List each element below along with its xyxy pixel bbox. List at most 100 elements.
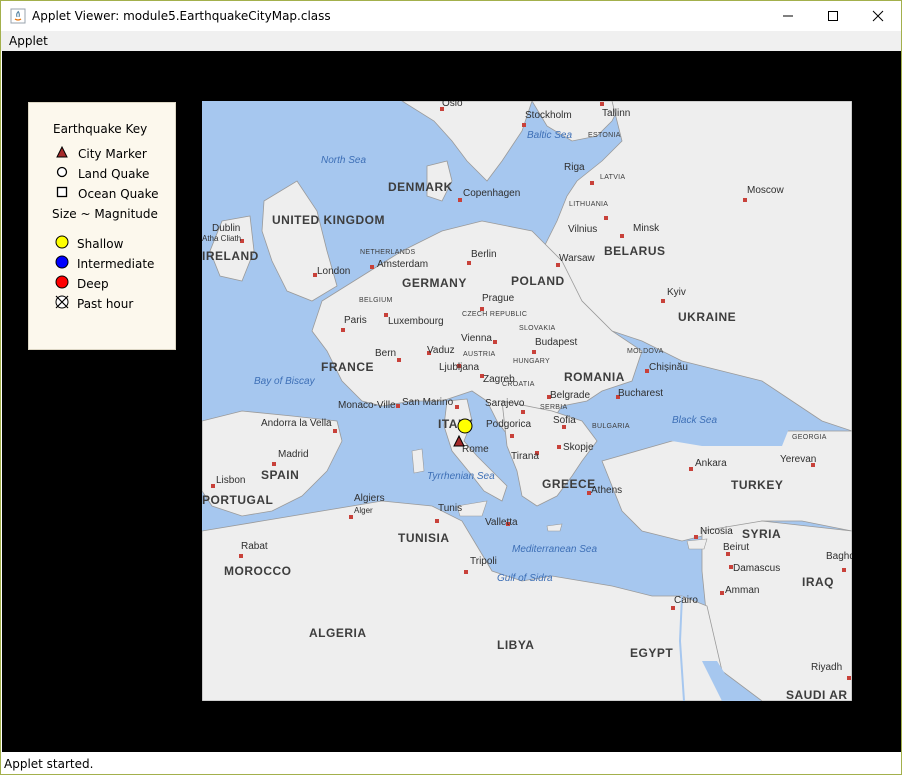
maximize-button[interactable]	[810, 1, 856, 31]
city-dot	[847, 676, 851, 680]
city-label: Lisbon	[216, 475, 246, 486]
city-label: Sarajevo	[485, 398, 525, 409]
city-dot	[600, 102, 604, 106]
country-label: SYRIA	[742, 527, 782, 541]
city-label: Dublin	[212, 223, 241, 234]
city-label: Valletta	[485, 517, 518, 528]
status-text: Applet started.	[4, 757, 94, 771]
legend-shallow: Shallow	[77, 237, 124, 251]
small-country-label: LITHUANIA	[569, 201, 609, 208]
country-label: TUNISIA	[398, 531, 450, 545]
country-label: TURKEY	[731, 478, 784, 492]
city-dot	[349, 515, 353, 519]
city-label: Berlin	[471, 249, 497, 260]
city-dot	[396, 404, 400, 408]
city-dot	[590, 181, 594, 185]
city-label: Atha Cliath	[202, 234, 242, 243]
city-label: Ljubljana	[439, 362, 480, 373]
city-label: Bern	[375, 348, 397, 359]
city-label: Tallinn	[602, 108, 631, 119]
city-dot	[694, 535, 698, 539]
city-label: Budapest	[535, 337, 578, 348]
country-label: IRAQ	[802, 575, 834, 589]
city-label: Chișinău	[649, 362, 688, 373]
city-label: Riyadh	[811, 662, 843, 673]
small-country-label: CZECH REPUBLIC	[462, 311, 528, 318]
country-label: FRANCE	[321, 360, 374, 374]
country-label: SPAIN	[261, 468, 300, 482]
title-bar[interactable]: Applet Viewer: module5.EarthquakeCityMap…	[1, 1, 901, 31]
city-label: Ankara	[695, 458, 727, 469]
sea-label: Mediterranean Sea	[512, 544, 598, 555]
applet-canvas[interactable]: Earthquake Key City Marker Land Quake Oc…	[2, 51, 901, 752]
city-dot	[272, 462, 276, 466]
city-label: Tunis	[438, 503, 463, 514]
close-button[interactable]	[855, 1, 901, 31]
small-country-label: AUSTRIA	[463, 351, 496, 358]
city-label: Vaduz	[427, 345, 455, 356]
city-label: Prague	[482, 293, 515, 304]
city-dot	[720, 591, 724, 595]
city-label: San Marino	[402, 397, 454, 408]
city-label: Paris	[344, 315, 367, 326]
small-country-label: NETHERLANDS	[360, 249, 416, 256]
city-label: Monaco-Ville	[338, 400, 396, 411]
legend-deep: Deep	[77, 277, 109, 291]
country-label: IRELAND	[202, 249, 259, 263]
close-icon	[872, 10, 884, 22]
city-label: Damascus	[733, 563, 781, 574]
city-label: Warsaw	[559, 253, 595, 264]
city-dot	[532, 350, 536, 354]
sea-label: Black Sea	[672, 415, 718, 426]
country-label: EGYPT	[630, 646, 674, 660]
city-label: Algiers	[354, 493, 385, 504]
city-label: Skopje	[563, 442, 594, 453]
city-label: Tirana	[511, 451, 539, 462]
city-label: Vienna	[461, 333, 492, 344]
city-label: Rabat	[241, 541, 268, 552]
city-dot	[493, 340, 497, 344]
city-label: London	[317, 266, 351, 277]
city-dot	[211, 484, 215, 488]
city-label: Rome	[462, 444, 489, 455]
legend-title: Earthquake Key	[53, 122, 148, 136]
maximize-icon	[828, 11, 838, 21]
city-marker-icon	[56, 146, 68, 158]
europe-map[interactable]: North Sea Baltic Sea Bay of Biscay Black…	[202, 101, 852, 701]
city-dot	[604, 216, 608, 220]
city-label: Vilnius	[568, 224, 598, 235]
city-dot	[239, 554, 243, 558]
shallow-quake-marker[interactable]	[457, 418, 473, 434]
city-label: Sofia	[553, 415, 576, 426]
city-dot	[458, 198, 462, 202]
small-country-label: BELGIUM	[359, 297, 393, 304]
city-marker-rome[interactable]	[453, 435, 465, 447]
earthquake-key-legend: Earthquake Key City Marker Land Quake Oc…	[28, 102, 176, 350]
city-label: Copenhagen	[463, 188, 521, 199]
minimize-icon	[783, 15, 793, 17]
city-label: Belgrade	[550, 390, 591, 401]
city-dot	[557, 445, 561, 449]
city-label: Nicosia	[700, 526, 733, 537]
city-dot	[521, 410, 525, 414]
minimize-button[interactable]	[765, 1, 811, 31]
deep-circle-icon	[55, 275, 69, 289]
sea-label: Gulf of Sidra	[497, 573, 553, 584]
menu-bar: Applet	[1, 31, 901, 51]
sea-label: Bay of Biscay	[254, 376, 315, 387]
city-dot	[689, 467, 693, 471]
menu-applet[interactable]: Applet	[9, 34, 48, 48]
sea-label: Tyrrhenian Sea	[427, 471, 495, 482]
small-country-label: MOLDOVA	[627, 348, 664, 355]
city-dot	[743, 198, 747, 202]
country-label: DENMARK	[388, 180, 453, 194]
ocean-quake-icon	[56, 186, 68, 198]
small-country-label: SLOVAKIA	[519, 325, 556, 332]
window-title: Applet Viewer: module5.EarthquakeCityMap…	[32, 9, 331, 23]
city-label: Alger	[354, 506, 373, 515]
legend-city-marker: City Marker	[78, 147, 147, 161]
city-label: Bucharest	[618, 388, 664, 399]
sea-label: North Sea	[321, 155, 367, 166]
city-dot	[480, 307, 484, 311]
city-dot	[671, 606, 675, 610]
